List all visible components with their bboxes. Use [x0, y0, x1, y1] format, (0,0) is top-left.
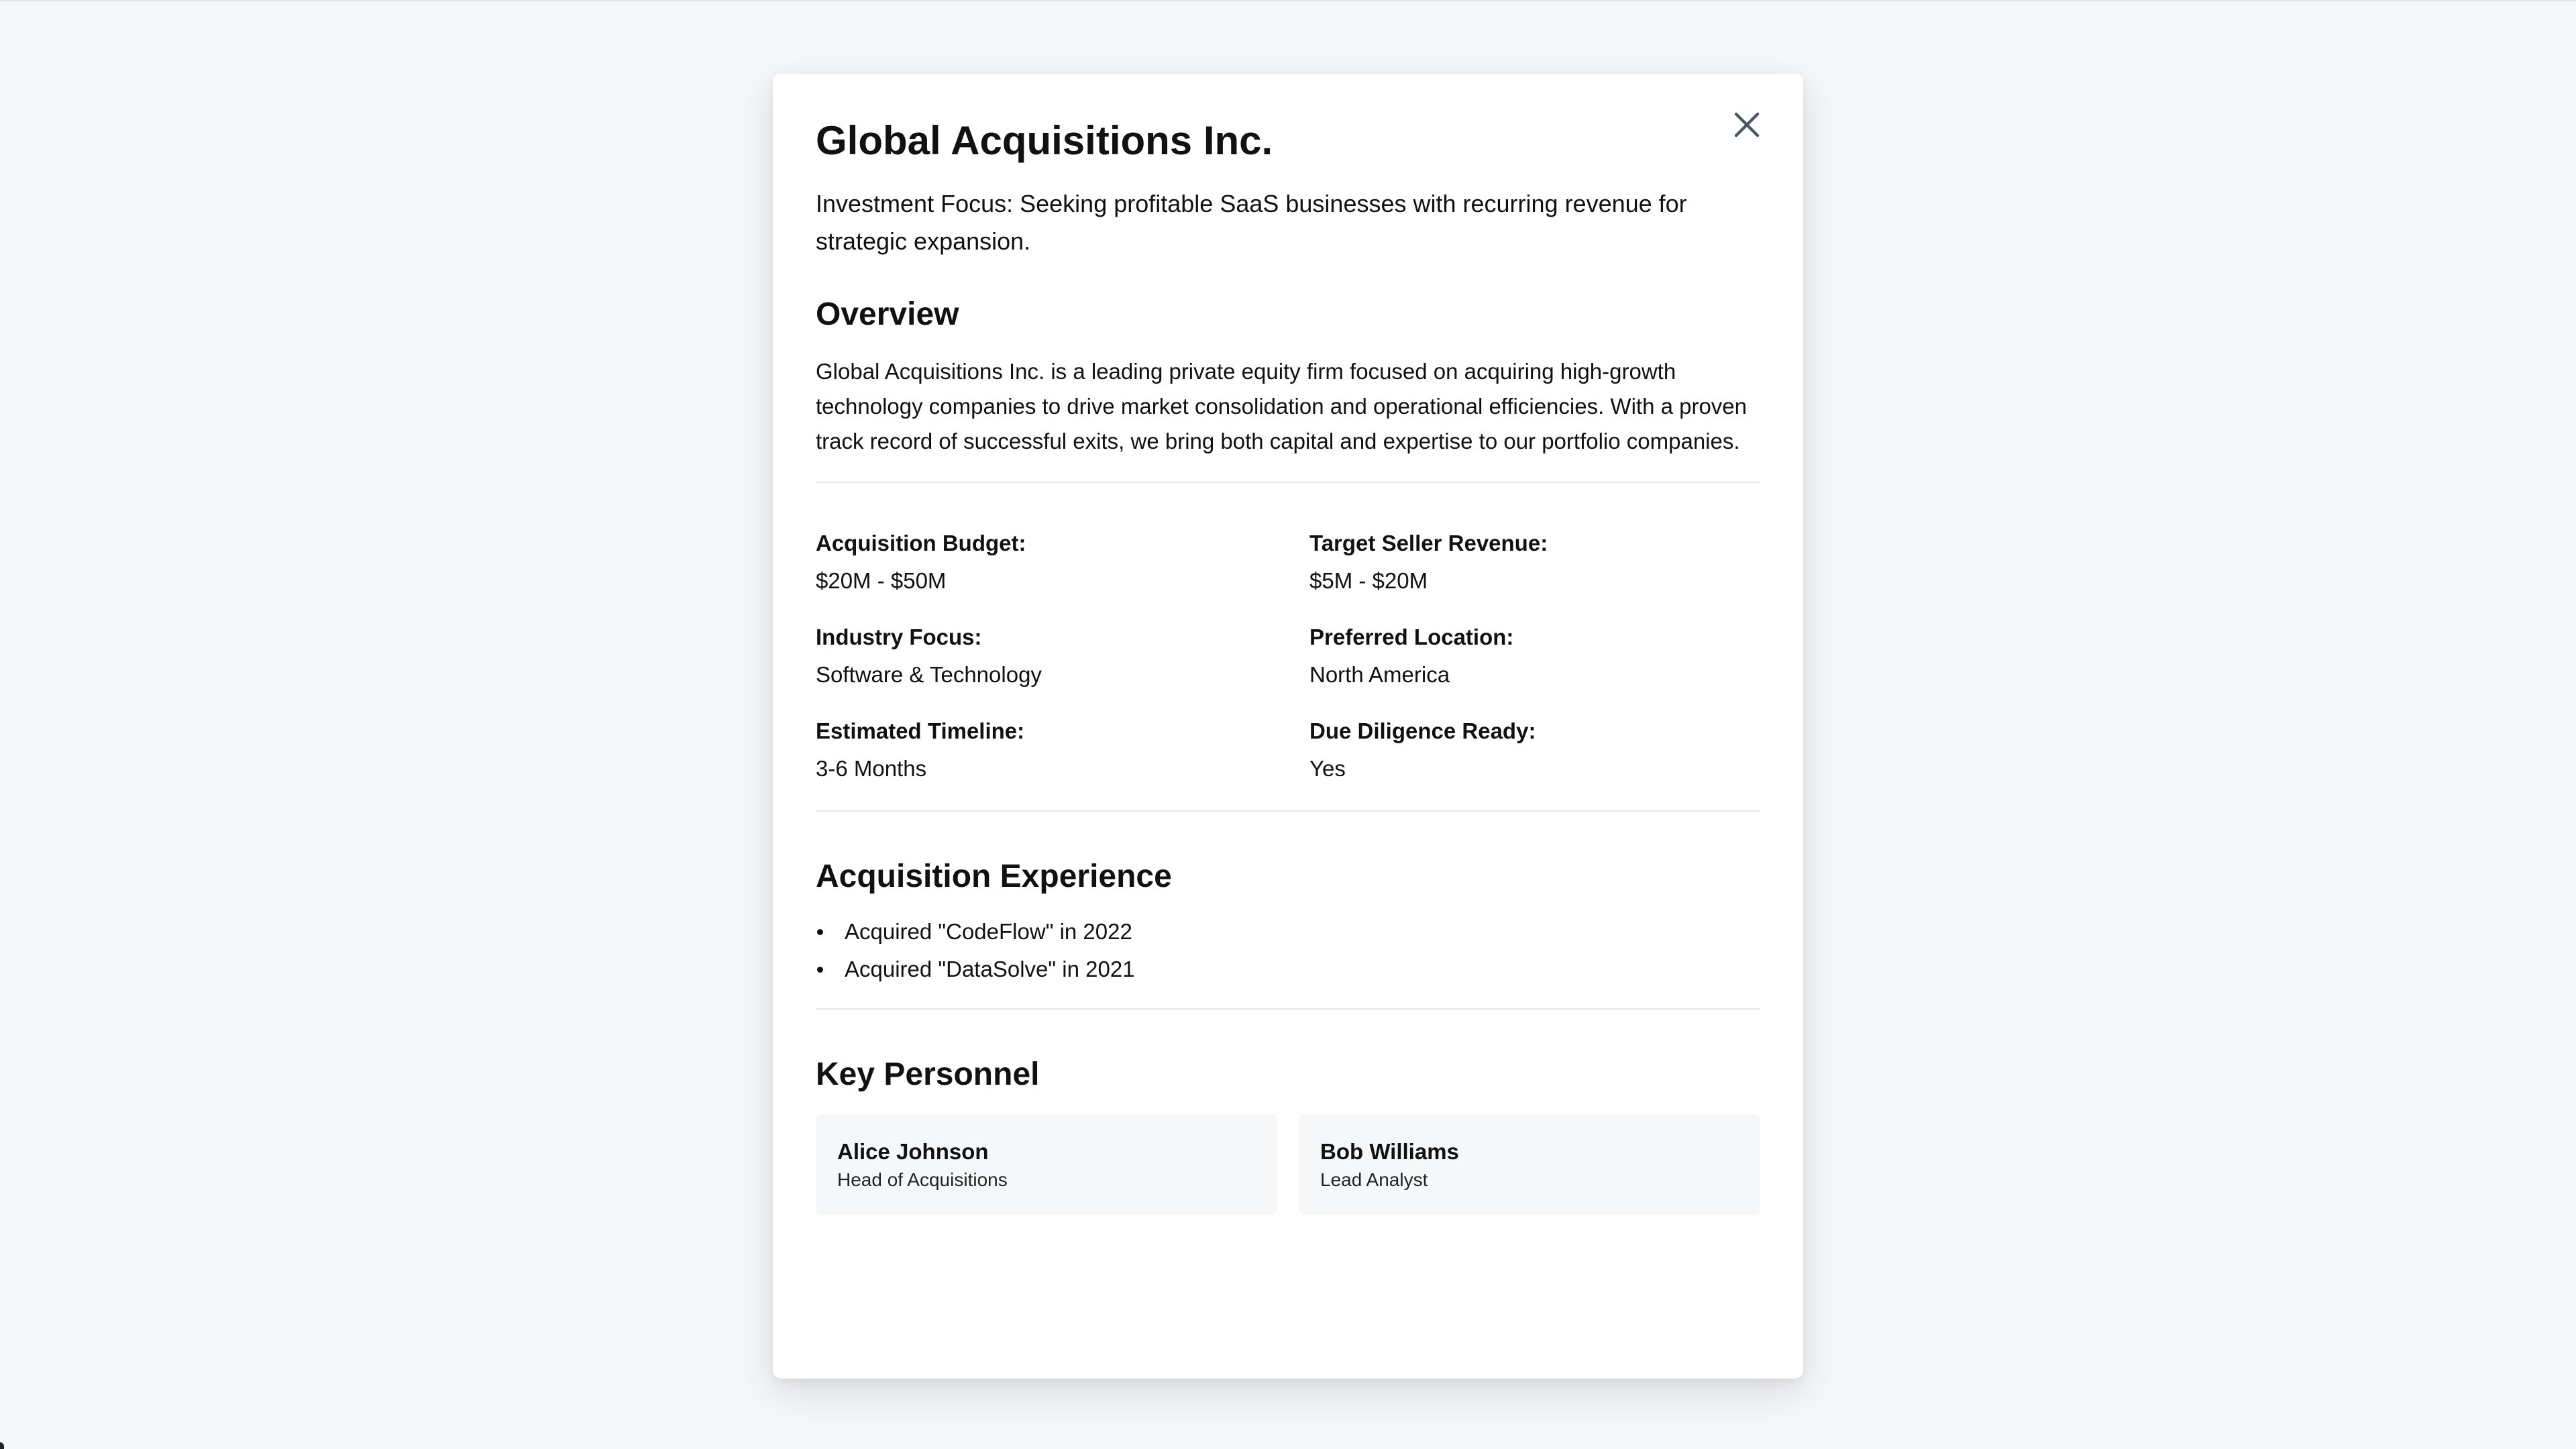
detail-value: Software & Technology: [816, 661, 1042, 687]
list-item: Acquired "CodeFlow" in 2022: [816, 913, 1760, 951]
divider: [816, 1008, 1760, 1010]
details-grid: Acquisition Budget: $20M - $50M Target S…: [816, 529, 1760, 784]
detail-preferred-location: Preferred Location: North America: [1309, 623, 1760, 690]
detail-estimated-timeline: Estimated Timeline: 3-6 Months: [816, 716, 1309, 784]
detail-label: Due Diligence Ready:: [1309, 718, 1536, 743]
detail-label: Acquisition Budget:: [816, 530, 1026, 555]
modal-title: Global Acquisitions Inc.: [816, 118, 1273, 163]
detail-label: Estimated Timeline:: [816, 718, 1025, 743]
acquisition-experience-heading: Acquisition Experience: [816, 858, 1172, 894]
detail-value: Yes: [1309, 755, 1346, 781]
divider: [816, 481, 1760, 483]
top-border: [0, 0, 2576, 1]
divider: [816, 810, 1760, 812]
list-item: Acquired "DataSolve" in 2021: [816, 951, 1760, 988]
detail-value: $20M - $50M: [816, 568, 947, 593]
detail-label: Target Seller Revenue:: [1309, 530, 1548, 555]
window-corner: [0, 1442, 4, 1449]
detail-value: $5M - $20M: [1309, 568, 1428, 593]
detail-value: North America: [1309, 661, 1450, 687]
buyer-profile-modal: Global Acquisitions Inc. Investment Focu…: [773, 74, 1803, 1379]
close-button[interactable]: [1723, 101, 1771, 149]
overview-heading: Overview: [816, 297, 959, 332]
detail-label: Preferred Location:: [1309, 624, 1514, 649]
detail-label: Industry Focus:: [816, 624, 982, 649]
detail-acquisition-budget: Acquisition Budget: $20M - $50M: [816, 529, 1309, 596]
person-name: Bob Williams: [1320, 1138, 1459, 1164]
investment-focus-text: Investment Focus: Seeking profitable Saa…: [816, 190, 1687, 255]
person-role: Head of Acquisitions: [837, 1169, 1008, 1190]
close-icon: [1734, 112, 1760, 138]
key-personnel-heading: Key Personnel: [816, 1057, 1040, 1093]
person-card: Bob Williams Lead Analyst: [1299, 1114, 1760, 1215]
person-card: Alice Johnson Head of Acquisitions: [816, 1114, 1277, 1215]
detail-due-diligence-ready: Due Diligence Ready: Yes: [1309, 716, 1760, 784]
personnel-list: Alice Johnson Head of Acquisitions Bob W…: [816, 1114, 1760, 1215]
person-name: Alice Johnson: [837, 1138, 989, 1164]
person-role: Lead Analyst: [1320, 1169, 1428, 1190]
detail-target-seller-revenue: Target Seller Revenue: $5M - $20M: [1309, 529, 1760, 596]
overview-text: Global Acquisitions Inc. is a leading pr…: [816, 358, 1748, 453]
detail-industry-focus: Industry Focus: Software & Technology: [816, 623, 1309, 690]
acquisition-experience-list: Acquired "CodeFlow" in 2022 Acquired "Da…: [816, 913, 1760, 988]
detail-value: 3-6 Months: [816, 755, 927, 781]
